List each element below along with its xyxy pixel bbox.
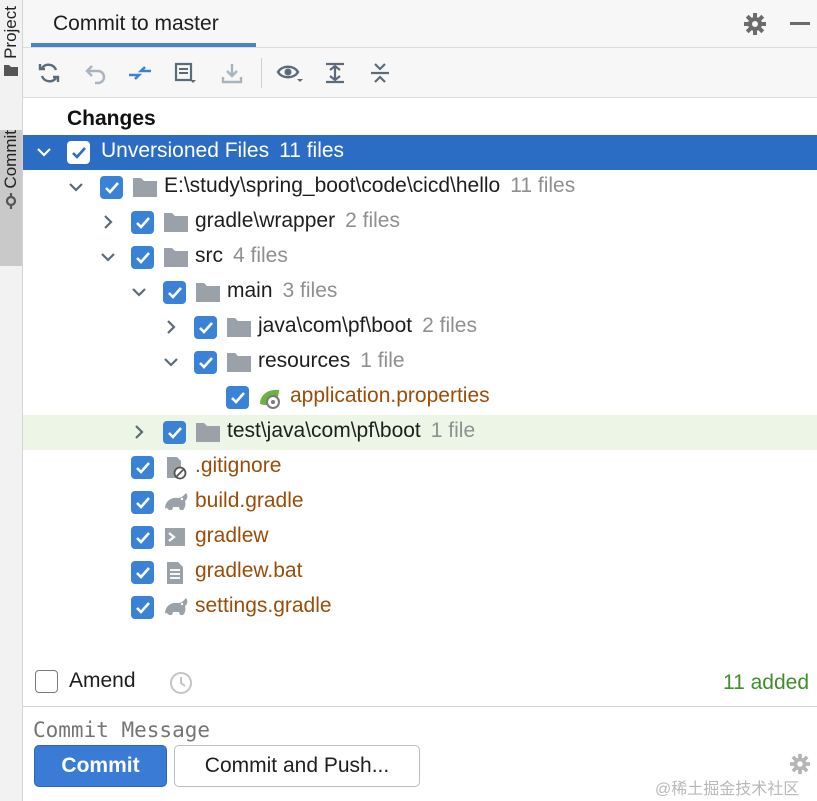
tree-row-label: main 3 files: [227, 279, 338, 302]
commit-tab-label: Commit: [1, 130, 20, 189]
chevron-down-icon[interactable]: [35, 143, 53, 161]
eye-icon[interactable]: [276, 59, 304, 87]
download-icon[interactable]: [218, 59, 246, 87]
changes-heading: Changes: [67, 107, 156, 130]
tree-row-build-gradle[interactable]: build.gradle: [23, 485, 817, 520]
tree-row-label: src 4 files: [195, 244, 288, 267]
checkbox-checked[interactable]: [67, 141, 90, 164]
checkbox-checked[interactable]: [100, 176, 123, 199]
chevron-down-icon[interactable]: [130, 283, 148, 301]
tree-row-label: build.gradle: [195, 489, 304, 512]
checkbox-checked[interactable]: [131, 246, 154, 269]
chevron-right-icon[interactable]: [99, 213, 117, 231]
checkbox-checked[interactable]: [131, 456, 154, 479]
tree-row-gradle-wrapper[interactable]: gradle\wrapper 2 files: [23, 205, 817, 240]
tree-row-gradlew-bat[interactable]: gradlew.bat: [23, 555, 817, 590]
commit-and-push-button[interactable]: Commit and Push...: [174, 745, 420, 787]
shelve-icon[interactable]: [171, 59, 199, 87]
checkbox-checked[interactable]: [131, 561, 154, 584]
tree-row-label: java\com\pf\boot 2 files: [258, 314, 477, 337]
project-tab-label: Project: [1, 6, 20, 59]
folder-icon: [132, 176, 158, 200]
commit-tool-tab[interactable]: Commit: [0, 130, 22, 266]
tool-window-strip: Project Commit: [0, 0, 23, 801]
chevron-down-icon[interactable]: [162, 353, 180, 371]
collapse-all-icon[interactable]: [366, 59, 394, 87]
minimize-icon[interactable]: [790, 22, 810, 25]
tree-row-gradlew[interactable]: gradlew: [23, 520, 817, 555]
show-diff-icon[interactable]: [126, 59, 154, 87]
tree-row-resources[interactable]: resources 1 file: [23, 345, 817, 380]
commit-message-area: Commit Commit and Push... @稀土掘金技术社区: [23, 706, 817, 801]
tree-row-test-package[interactable]: test\java\com\pf\boot 1 file: [23, 415, 817, 450]
tab-commit-to-master[interactable]: Commit to master: [31, 0, 241, 48]
tree-row-label: gradlew.bat: [195, 559, 303, 582]
tree-row-label: E:\study\spring_boot\code\cicd\hello 11 f…: [164, 174, 576, 197]
watermark: @稀土掘金技术社区: [655, 781, 800, 798]
tree-row-application-properties[interactable]: application.properties: [23, 380, 817, 415]
gradle-elephant-icon: [163, 596, 189, 620]
chevron-right-icon[interactable]: [130, 423, 148, 441]
commit-icon: [3, 192, 19, 214]
tree-row-unversioned-files[interactable]: Unversioned Files 11 files: [23, 135, 817, 170]
checkbox-checked[interactable]: [226, 386, 249, 409]
amend-checkbox[interactable]: [35, 670, 58, 693]
toolbar-separator: [261, 58, 262, 88]
tree-row-label: gradlew: [195, 524, 269, 547]
refresh-icon[interactable]: [35, 59, 63, 87]
ignored-file-icon: [163, 456, 189, 480]
commit-panel-header: Commit to master: [23, 0, 817, 48]
folder-icon: [163, 211, 189, 235]
checkbox-checked[interactable]: [163, 421, 186, 444]
folder-icon: [3, 63, 19, 82]
tree-row-label: application.properties: [290, 384, 490, 407]
folder-icon: [163, 246, 189, 270]
tree-row-label: resources 1 file: [258, 349, 405, 372]
folder-icon: [226, 316, 252, 340]
tree-row-label: gradle\wrapper 2 files: [195, 209, 400, 232]
tree-row-src[interactable]: src 4 files: [23, 240, 817, 275]
tree-row-label: settings.gradle: [195, 594, 332, 617]
expand-all-icon[interactable]: [321, 59, 349, 87]
text-file-icon: [163, 561, 189, 585]
rollback-icon[interactable]: [82, 59, 110, 87]
checkbox-checked[interactable]: [194, 351, 217, 374]
commit-message-input[interactable]: [33, 717, 793, 743]
checkbox-checked[interactable]: [131, 211, 154, 234]
amend-row: Amend 11 added: [23, 664, 817, 704]
project-tool-tab[interactable]: Project: [0, 6, 22, 114]
gear-icon[interactable]: [743, 12, 767, 41]
chevron-down-icon[interactable]: [67, 178, 85, 196]
tree-row-settings-gradle[interactable]: settings.gradle: [23, 590, 817, 625]
chevron-right-icon[interactable]: [162, 318, 180, 336]
added-count: 11 added: [722, 671, 809, 694]
commit-toolbar: [23, 48, 817, 98]
tree-row-root-folder[interactable]: E:\study\spring_boot\code\cicd\hello 11 f…: [23, 170, 817, 205]
checkbox-checked[interactable]: [131, 596, 154, 619]
gradle-elephant-icon: [163, 491, 189, 515]
checkbox-checked[interactable]: [131, 526, 154, 549]
tree-row-gitignore[interactable]: .gitignore: [23, 450, 817, 485]
tree-row-label: .gitignore: [195, 454, 282, 477]
folder-icon: [226, 351, 252, 375]
clock-icon[interactable]: [169, 671, 193, 700]
checkbox-checked[interactable]: [194, 316, 217, 339]
spring-leaf-icon: [257, 386, 283, 410]
checkbox-checked[interactable]: [163, 281, 186, 304]
active-tab-indicator: [31, 43, 256, 47]
checkbox-checked[interactable]: [131, 491, 154, 514]
tree-row-label: Unversioned Files 11 files: [101, 139, 345, 162]
folder-icon: [195, 421, 221, 445]
shell-script-icon: [163, 526, 189, 550]
commit-button[interactable]: Commit: [34, 745, 167, 787]
folder-icon: [195, 281, 221, 305]
tree-row-label: test\java\com\pf\boot 1 file: [227, 419, 476, 442]
amend-label[interactable]: Amend: [69, 669, 136, 693]
tree-row-main[interactable]: main 3 files: [23, 275, 817, 310]
chevron-down-icon[interactable]: [99, 248, 117, 266]
tree-row-java-package[interactable]: java\com\pf\boot 2 files: [23, 310, 817, 345]
